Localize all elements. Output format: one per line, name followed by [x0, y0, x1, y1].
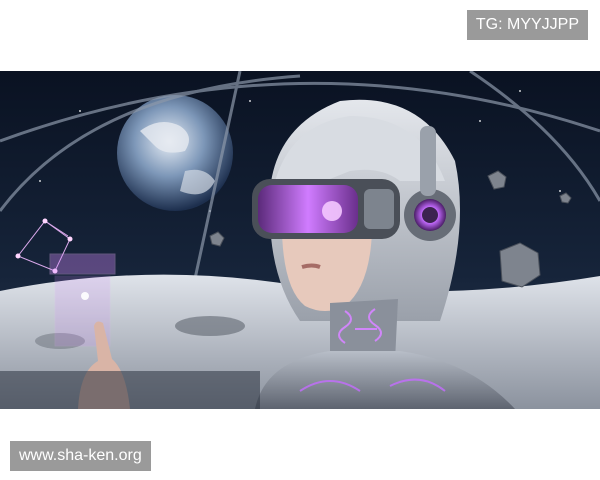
- photo-scene: [0, 71, 600, 409]
- watermark-bottom-left: www.sha-ken.org: [10, 441, 151, 471]
- watermark-top-right: TG: MYYJJPP: [466, 10, 588, 40]
- vr-visor: [252, 179, 400, 239]
- console-panel: [0, 371, 260, 409]
